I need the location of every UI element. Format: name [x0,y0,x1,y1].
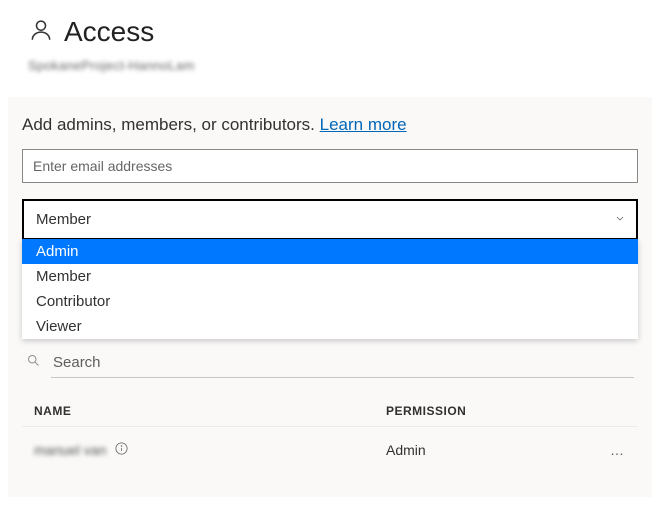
page-header: Access SpokaneProject-HannoLam [0,0,660,81]
access-panel: Add admins, members, or contributors. Le… [8,97,652,497]
role-option-viewer[interactable]: Viewer [22,314,638,339]
role-select[interactable]: Member [22,199,638,240]
workspace-name: SpokaneProject-HannoLam [28,58,632,73]
table-row: manuel van Admin… [22,427,638,473]
row-permission: Admin [386,442,586,458]
row-actions-button[interactable]: … [586,442,626,458]
chevron-down-icon [614,211,626,228]
email-input[interactable] [22,149,638,183]
search-input[interactable] [51,348,634,378]
instruction-text: Add admins, members, or contributors. Le… [22,115,638,135]
row-name-cell: manuel van [34,441,386,459]
header-permission: PERMISSION [386,404,586,418]
info-icon[interactable] [114,441,129,459]
role-option-admin[interactable]: Admin [22,239,638,264]
user-name: manuel van [34,442,106,458]
title-row: Access [28,16,632,48]
header-name: NAME [34,404,386,418]
role-option-contributor[interactable]: Contributor [22,289,638,314]
search-row [22,348,638,378]
role-option-member[interactable]: Member [22,264,638,289]
search-icon [26,353,41,373]
header-actions [586,404,626,418]
instruction-lead: Add admins, members, or contributors. [22,115,320,134]
learn-more-link[interactable]: Learn more [320,115,407,134]
person-icon [28,17,54,48]
table-body: manuel van Admin… [22,427,638,473]
role-dropdown: AdminMemberContributorViewer [22,239,638,339]
role-select-wrap: Member AdminMemberContributorViewer [22,199,638,240]
page-title: Access [64,16,154,48]
table-header: NAME PERMISSION [22,396,638,427]
role-select-value: Member [36,211,91,228]
